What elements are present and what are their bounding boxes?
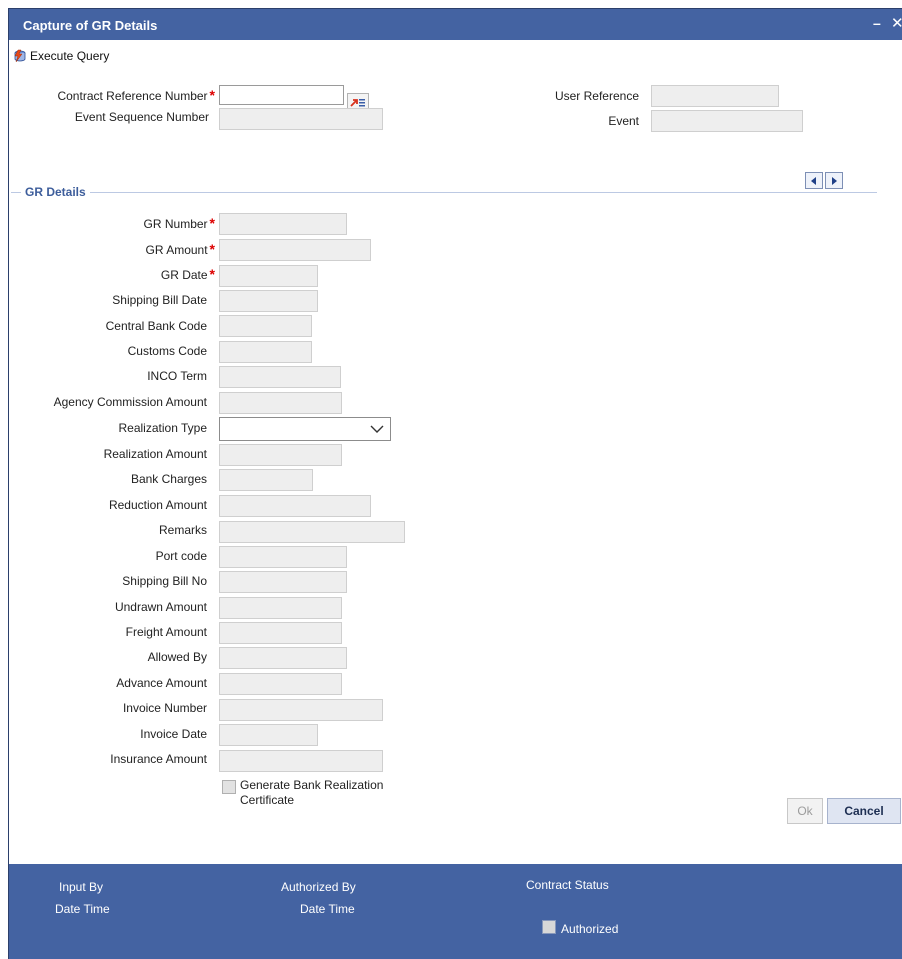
gr-amount-input[interactable]: [219, 239, 371, 261]
event-sequence-label: Event Sequence Number: [74, 110, 209, 124]
bank-charges-input[interactable]: [219, 469, 313, 491]
port-code-label: Port code: [155, 549, 207, 563]
invoice-date-input[interactable]: [219, 724, 318, 746]
realization-type-label: Realization Type: [118, 421, 208, 435]
gr-details-section-title: GR Details: [21, 185, 90, 199]
event-input[interactable]: [651, 110, 803, 132]
cancel-button[interactable]: Cancel: [827, 798, 901, 824]
gr-date-input[interactable]: [219, 265, 318, 287]
event-label: Event: [608, 114, 639, 128]
shipping-bill-date-label: Shipping Bill Date: [112, 293, 207, 307]
shipping-bill-date-input[interactable]: [219, 290, 318, 312]
inco-term-input[interactable]: [219, 366, 341, 388]
input-by-label: Input By: [59, 880, 104, 894]
gr-number-input[interactable]: [219, 213, 347, 235]
input-date-time-label: Date Time: [55, 902, 110, 916]
execute-query-button[interactable]: Execute Query: [13, 49, 109, 63]
generate-brc-label: Generate Bank Realization Certificate: [240, 778, 384, 807]
insurance-amount-input[interactable]: [219, 750, 383, 772]
agency-commission-amount-label: Agency Commission Amount: [53, 395, 207, 409]
realization-amount-label: Realization Amount: [103, 447, 207, 461]
minimize-icon[interactable]: –: [873, 15, 881, 31]
execute-query-icon: [14, 49, 26, 63]
advance-amount-label: Advance Amount: [116, 676, 207, 690]
next-record-button[interactable]: [825, 172, 843, 189]
chevron-down-icon: [370, 425, 384, 433]
allowed-by-input[interactable]: [219, 647, 347, 669]
allowed-by-label: Allowed By: [147, 650, 207, 664]
user-reference-label: User Reference: [554, 89, 639, 103]
gr-date-label: GR Date *: [160, 266, 215, 282]
event-sequence-input[interactable]: [219, 108, 383, 130]
customs-code-input[interactable]: [219, 341, 312, 363]
gr-amount-label: GR Amount *: [145, 241, 215, 257]
customs-code-label: Customs Code: [127, 344, 207, 358]
capture-gr-details-window: Capture of GR Details – ✕ Execute Query …: [8, 8, 902, 959]
undrawn-amount-label: Undrawn Amount: [114, 600, 207, 614]
record-navigation: [805, 172, 843, 189]
audit-footer: Input By Date Time Authorized By Date Ti…: [9, 864, 902, 959]
port-code-input[interactable]: [219, 546, 347, 568]
gr-number-label: GR Number *: [143, 215, 215, 231]
freight-amount-label: Freight Amount: [125, 625, 207, 639]
title-bar: Capture of GR Details – ✕: [9, 9, 902, 40]
central-bank-code-label: Central Bank Code: [105, 319, 207, 333]
central-bank-code-input[interactable]: [219, 315, 312, 337]
undrawn-amount-input[interactable]: [219, 597, 342, 619]
inco-term-label: INCO Term: [147, 369, 207, 383]
realization-amount-input[interactable]: [219, 444, 342, 466]
ok-button[interactable]: Ok: [787, 798, 823, 824]
invoice-date-label: Invoice Date: [140, 727, 207, 741]
toolbar: Execute Query: [9, 40, 902, 70]
section-divider: [11, 192, 877, 193]
contract-status-label: Contract Status: [526, 878, 609, 892]
reduction-amount-input[interactable]: [219, 495, 371, 517]
close-icon[interactable]: ✕: [891, 14, 902, 32]
generate-brc-checkbox[interactable]: [222, 780, 236, 794]
execute-query-label: Execute Query: [30, 49, 110, 63]
authorized-label: Authorized: [561, 922, 619, 936]
realization-type-select[interactable]: [219, 417, 391, 441]
window-title: Capture of GR Details: [23, 18, 158, 33]
remarks-input[interactable]: [219, 521, 405, 543]
authorized-date-time-label: Date Time: [300, 902, 355, 916]
reduction-amount-label: Reduction Amount: [108, 498, 207, 512]
arrow-right-icon: [832, 176, 837, 185]
authorized-checkbox[interactable]: [542, 920, 556, 934]
previous-record-button[interactable]: [805, 172, 823, 189]
freight-amount-input[interactable]: [219, 622, 342, 644]
contract-reference-input[interactable]: [219, 85, 344, 105]
arrow-left-icon: [811, 176, 816, 185]
user-reference-input[interactable]: [651, 85, 779, 107]
shipping-bill-no-label: Shipping Bill No: [122, 574, 207, 588]
shipping-bill-no-input[interactable]: [219, 571, 347, 593]
advance-amount-input[interactable]: [219, 673, 342, 695]
insurance-amount-label: Insurance Amount: [110, 752, 207, 766]
bank-charges-label: Bank Charges: [130, 472, 207, 486]
invoice-number-label: Invoice Number: [122, 701, 207, 715]
agency-commission-amount-input[interactable]: [219, 392, 342, 414]
contract-reference-label: Contract Reference Number *: [57, 87, 215, 103]
authorized-by-label: Authorized By: [281, 880, 356, 894]
invoice-number-input[interactable]: [219, 699, 383, 721]
remarks-label: Remarks: [158, 523, 207, 537]
